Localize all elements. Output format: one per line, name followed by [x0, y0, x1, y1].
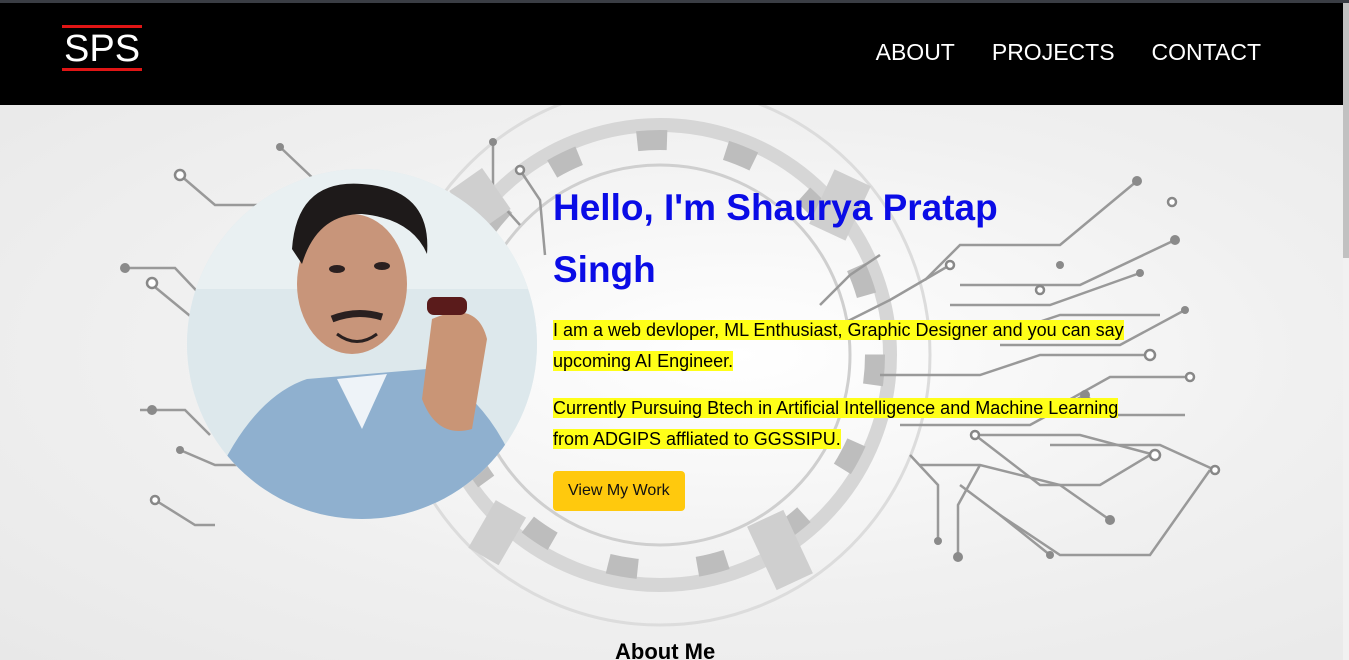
scrollbar-thumb[interactable] [1343, 3, 1349, 258]
logo[interactable]: SPS [62, 25, 143, 71]
hero-headline: Hello, I'm Shaurya Pratap Singh [553, 187, 998, 290]
hero-section: Hello, I'm Shaurya Pratap Singh I am a w… [0, 105, 1343, 660]
intro-text-1: I am a web devloper, ML Enthusiast, Grap… [553, 320, 1124, 371]
nav-link-about[interactable]: ABOUT [876, 39, 955, 66]
nav-link-contact[interactable]: CONTACT [1152, 39, 1261, 66]
view-my-work-button[interactable]: View My Work [553, 471, 685, 511]
intro-paragraph-2: Currently Pursuing Btech in Artificial I… [553, 393, 1143, 455]
page-scrollbar[interactable] [1343, 3, 1349, 660]
nav-links: ABOUT PROJECTS CONTACT [876, 39, 1261, 66]
intro-text-2: Currently Pursuing Btech in Artificial I… [553, 398, 1119, 449]
profile-photo [187, 169, 537, 519]
navbar: SPS ABOUT PROJECTS CONTACT [0, 3, 1343, 105]
intro-block: Hello, I'm Shaurya Pratap Singh I am a w… [553, 177, 1153, 511]
nav-link-projects[interactable]: PROJECTS [992, 39, 1115, 66]
about-me-heading: About Me [615, 639, 716, 660]
intro-paragraph-1: I am a web devloper, ML Enthusiast, Grap… [553, 315, 1143, 377]
